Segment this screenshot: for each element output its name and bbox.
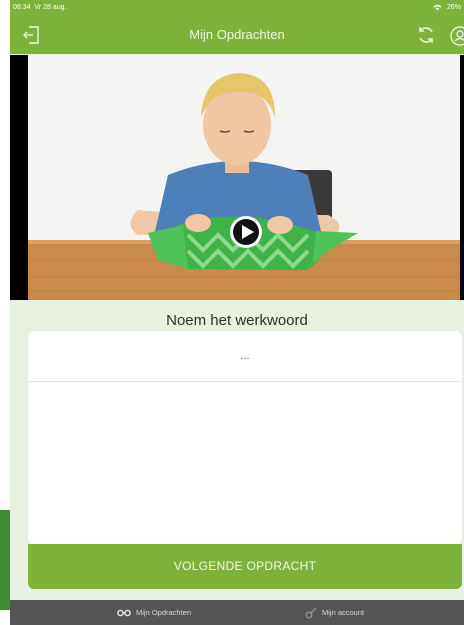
play-icon: [230, 216, 262, 248]
status-bar: 08:34 Vr 28 aug. 26%: [10, 0, 464, 16]
tab-mijn-opdrachten-label: Mijn Opdrachten: [136, 608, 192, 617]
question-prompt: Noem het werkwoord: [166, 312, 308, 329]
page-title: Mijn Opdrachten: [189, 27, 285, 42]
video-player[interactable]: [10, 55, 464, 300]
video-thumbnail: [28, 55, 460, 300]
answer-card: ...: [28, 331, 462, 545]
battery-text: 26%: [446, 4, 461, 11]
left-edge-strip: [0, 510, 10, 610]
tab-mijn-opdrachten[interactable]: Mijn Opdrachten: [117, 600, 191, 625]
answer-field[interactable]: ...: [28, 331, 462, 382]
tab-mijn-account-label: Mijn account: [322, 608, 365, 617]
tab-bar: Mijn Opdrachten Mijn account: [10, 600, 464, 625]
assignment-panel: Noem het werkwoord ... VOLGENDE OPDRACHT: [10, 300, 464, 600]
guitar-icon: [305, 607, 317, 618]
nav-bar: Mijn Opdrachten: [10, 16, 464, 54]
refresh-icon: [419, 27, 433, 43]
app-window: 08:34 Vr 28 aug. 26% Mijn Opdrachten Noe…: [10, 0, 464, 625]
tab-mijn-account[interactable]: Mijn account: [305, 600, 364, 625]
wifi-icon: [433, 4, 442, 13]
battery-indicator: 26%: [447, 4, 461, 11]
profile-icon: [450, 26, 464, 46]
profile-button[interactable]: [449, 25, 464, 47]
status-date-text: Vr 28 aug.: [34, 4, 67, 11]
glasses-icon: [117, 609, 131, 616]
status-time-text: 08:34: [13, 4, 31, 11]
play-button[interactable]: [229, 215, 263, 249]
refresh-button[interactable]: [416, 25, 438, 47]
next-assignment-button[interactable]: VOLGENDE OPDRACHT: [28, 544, 462, 589]
status-time: 08:34 Vr 28 aug.: [13, 4, 66, 11]
